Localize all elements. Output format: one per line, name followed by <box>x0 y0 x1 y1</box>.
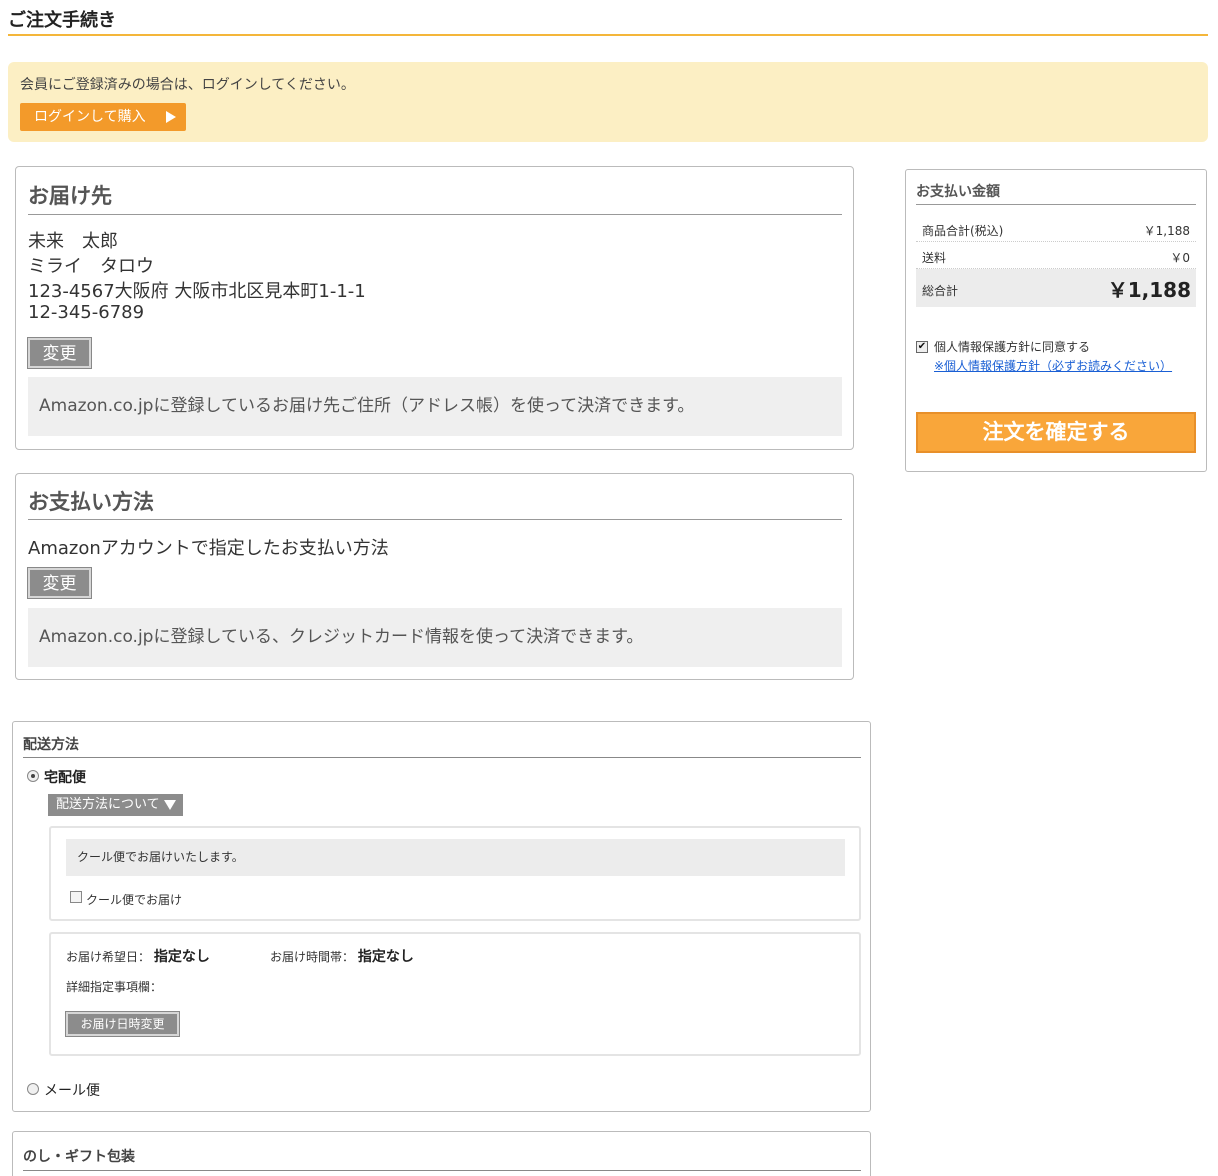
radio-mail-delivery[interactable] <box>27 1083 39 1095</box>
login-notice: 会員にご登録済みの場合は、ログインしてください。 ログインして購入 <box>8 62 1208 142</box>
shipping-fee-row: 送料 ￥0 <box>916 243 1196 269</box>
login-message: 会員にご登録済みの場合は、ログインしてください。 <box>20 77 355 93</box>
shipping-divider <box>23 757 861 758</box>
privacy-agree-checkbox[interactable]: ✔ <box>916 341 928 353</box>
shipping-panel: 配送方法 宅配便 配送方法について クール便でお届けいたします。 クール便でお届… <box>12 721 871 1112</box>
recipient-kana: ミライ タロウ <box>28 256 154 277</box>
delivery-panel: お届け先 未来 太郎 ミライ タロウ 123-4567大阪府 大阪市北区見本町1… <box>15 166 854 450</box>
delivery-heading: お届け先 <box>28 184 112 208</box>
title-divider <box>8 34 1208 36</box>
subtotal-value: ￥1,188 <box>1143 224 1190 238</box>
payment-divider <box>28 519 842 520</box>
desired-date-value: 指定なし <box>153 949 210 965</box>
page-title: ご注文手続き <box>8 10 116 31</box>
gift-divider <box>23 1170 861 1171</box>
change-payment-button[interactable]: 変更 <box>27 567 92 599</box>
recipient-phone: 12-345-6789 <box>28 302 145 323</box>
gift-heading: のし・ギフト包装 <box>23 1149 135 1165</box>
desired-date: お届け希望日： 指定なし <box>66 946 210 966</box>
gift-panel: のし・ギフト包装 <box>12 1131 871 1176</box>
total-label: 総合計 <box>922 284 959 298</box>
radio-takuhaibin[interactable] <box>27 770 39 782</box>
cool-delivery-label: クール便でお届け <box>86 893 183 907</box>
login-button-label: ログインして購入 <box>34 109 146 125</box>
subtotal-label: 商品合計(税込) <box>922 224 1004 238</box>
credit-card-note: Amazon.co.jpに登録している、クレジットカード情報を使って決済できます… <box>28 608 842 667</box>
triangle-down-icon <box>164 800 176 810</box>
recipient-address: 123-4567大阪府 大阪市北区見本町1-1-1 <box>28 281 366 302</box>
shipping-info-label: 配送方法について <box>56 797 160 812</box>
login-purchase-button[interactable]: ログインして購入 <box>20 103 186 131</box>
desired-time-value: 指定なし <box>357 949 414 965</box>
change-address-button[interactable]: 変更 <box>27 337 92 369</box>
desired-date-label: お届け希望日： <box>66 950 151 964</box>
desired-time: お届け時間帯： 指定なし <box>270 946 414 966</box>
cool-delivery-checkbox[interactable] <box>70 891 82 903</box>
mail-delivery-label: メール便 <box>44 1083 100 1099</box>
subtotal-row: 商品合計(税込) ￥1,188 <box>916 216 1196 242</box>
payment-panel: お支払い方法 Amazonアカウントで指定したお支払い方法 変更 Amazon.… <box>15 473 854 680</box>
change-delivery-date-button[interactable]: お届け日時変更 <box>65 1011 180 1037</box>
play-arrow-icon <box>166 111 176 123</box>
privacy-agree-label: 個人情報保護方針に同意する <box>934 340 1091 354</box>
payment-method: Amazonアカウントで指定したお支払い方法 <box>28 538 389 559</box>
desired-time-label: お届け時間帯： <box>270 950 355 964</box>
summary-heading: お支払い金額 <box>916 184 1000 200</box>
shipping-info-toggle[interactable]: 配送方法について <box>48 794 183 816</box>
takuhaibin-label: 宅配便 <box>44 770 86 786</box>
detail-instructions-label: 詳細指定事項欄： <box>66 980 163 994</box>
shipping-fee-label: 送料 <box>922 251 947 265</box>
shipping-heading: 配送方法 <box>23 737 79 753</box>
privacy-policy-link[interactable]: ※個人情報保護方針（必ずお読みください） <box>934 357 1172 374</box>
cool-delivery-note: クール便でお届けいたします。 <box>66 839 845 876</box>
cool-delivery-box: クール便でお届けいたします。 クール便でお届け <box>49 826 861 921</box>
summary-divider <box>916 204 1196 205</box>
payment-heading: お支払い方法 <box>28 490 154 514</box>
address-book-note: Amazon.co.jpに登録しているお届け先ご住所（アドレス帳）を使って決済で… <box>28 377 842 436</box>
delivery-divider <box>28 214 842 215</box>
confirm-order-button[interactable]: 注文を確定する <box>916 412 1196 453</box>
delivery-datetime-box: お届け希望日： 指定なし お届け時間帯： 指定なし 詳細指定事項欄： お届け日時… <box>49 932 861 1056</box>
recipient-name: 未来 太郎 <box>28 231 118 252</box>
payment-summary: お支払い金額 商品合計(税込) ￥1,188 送料 ￥0 総合計 ￥1,188 … <box>905 169 1207 472</box>
total-value: ￥1,188 <box>1107 278 1191 302</box>
total-row: 総合計 ￥1,188 <box>916 269 1196 307</box>
shipping-fee-value: ￥0 <box>1170 251 1190 265</box>
